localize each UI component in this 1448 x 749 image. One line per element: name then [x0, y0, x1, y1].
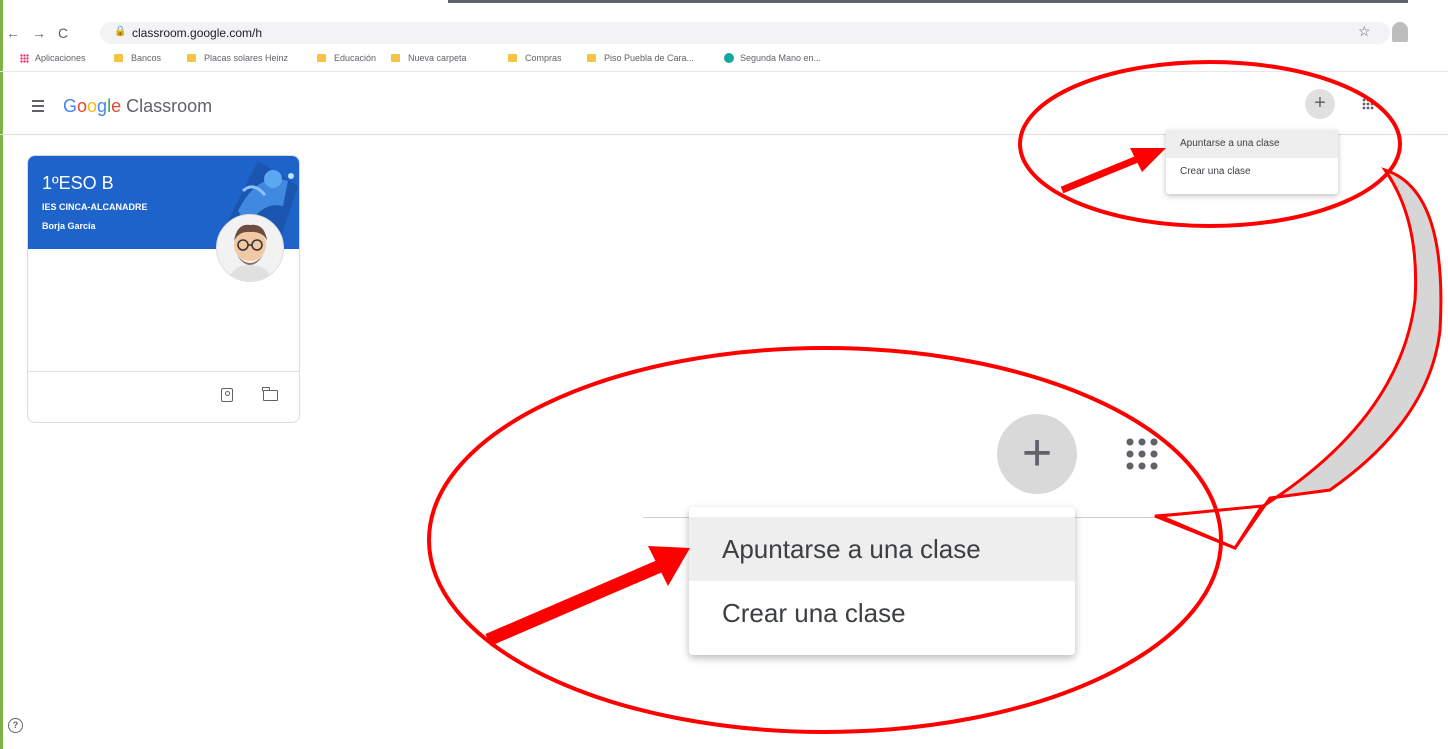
bookmark-segunda-mano[interactable]: Segunda Mano en... — [724, 53, 821, 63]
reload-icon[interactable]: C — [58, 26, 68, 40]
arrow-head-large — [648, 546, 690, 586]
url-field[interactable]: 🔒 classroom.google.com/h — [100, 22, 1390, 44]
google-apps-icon-zoomed[interactable] — [1124, 436, 1160, 472]
class-section: IES CINCA-ALCANADRE — [42, 202, 148, 212]
join-class-menu-item-zoomed[interactable]: Apuntarse a una clase — [689, 517, 1075, 581]
add-class-menu-zoomed: Apuntarse a una clase Crear una clase — [689, 507, 1075, 655]
globe-icon — [724, 53, 734, 63]
class-teacher: Borja García — [42, 221, 96, 231]
add-class-menu: Apuntarse a una clase Crear una clase — [1166, 130, 1338, 194]
bookmark-bancos[interactable]: Bancos — [114, 53, 161, 63]
bookmark-aplicaciones[interactable]: Aplicaciones — [20, 53, 86, 63]
classroom-wordmark: Classroom — [126, 96, 213, 116]
create-class-menu-item[interactable]: Crear una clase — [1166, 158, 1338, 186]
class-card-footer — [28, 371, 299, 422]
bookmark-educacion[interactable]: Educación — [317, 53, 376, 63]
bookmark-label: Placas solares Heinz — [204, 53, 289, 63]
bookmark-compras[interactable]: Compras — [508, 53, 562, 63]
callout-tail — [1154, 167, 1443, 550]
back-icon[interactable]: ← — [6, 26, 20, 40]
bookmark-star-icon[interactable]: ☆ — [1358, 23, 1371, 40]
join-class-menu-item[interactable]: Apuntarse a una clase — [1166, 130, 1338, 158]
forward-icon[interactable]: → — [32, 26, 46, 40]
apps-grid-icon — [20, 53, 29, 63]
bookmark-nueva-carpeta[interactable]: Nueva carpeta — [391, 53, 467, 63]
teacher-avatar — [216, 214, 284, 282]
bookmark-label: Bancos — [131, 53, 162, 63]
pointer-arrow-small — [1060, 154, 1142, 194]
browser-address-bar: ← → C 🔒 classroom.google.com/h ☆ — [0, 18, 1448, 48]
bookmark-piso[interactable]: Piso Puebla de Cara... — [587, 53, 694, 63]
folder-icon — [587, 54, 596, 62]
add-class-button[interactable]: + — [1305, 89, 1335, 119]
class-title[interactable]: 1ºESO B — [42, 173, 114, 194]
class-card-banner: 1ºESO B IES CINCA-ALCANADRE Borja García — [28, 156, 299, 282]
bookmark-label: Compras — [525, 53, 562, 63]
bookmarks-bar: Aplicaciones Bancos Placas solares Heinz… — [0, 49, 1448, 72]
bookmark-label: Educación — [334, 53, 377, 63]
folder-icon — [508, 54, 517, 62]
url-text: classroom.google.com/h — [132, 26, 263, 40]
classroom-app-bar: Google Classroom + — [0, 72, 1448, 135]
bookmark-label: Aplicaciones — [35, 53, 86, 63]
google-apps-icon[interactable] — [1362, 98, 1374, 110]
top-border — [448, 0, 1408, 3]
your-work-icon[interactable] — [221, 388, 233, 402]
bookmark-placas[interactable]: Placas solares Heinz — [187, 53, 288, 63]
hamburger-menu-icon[interactable] — [32, 100, 44, 115]
lock-icon: 🔒 — [114, 26, 127, 37]
pointer-arrow-large — [485, 560, 663, 646]
folder-icon — [114, 54, 123, 62]
help-icon[interactable]: ? — [8, 718, 23, 733]
folder-icon — [317, 54, 326, 62]
bookmark-label: Piso Puebla de Cara... — [604, 53, 695, 63]
drive-folder-icon[interactable] — [262, 387, 278, 401]
callout-pointer — [1159, 504, 1265, 550]
profile-avatar[interactable] — [1392, 22, 1408, 42]
add-class-button-zoomed[interactable]: + — [997, 414, 1077, 494]
folder-icon — [391, 54, 400, 62]
google-classroom-logo[interactable]: Google Classroom — [63, 96, 212, 117]
class-card[interactable]: 1ºESO B IES CINCA-ALCANADRE Borja García — [27, 155, 300, 423]
google-wordmark: Google — [63, 96, 122, 116]
create-class-menu-item-zoomed[interactable]: Crear una clase — [689, 581, 1075, 645]
bookmark-label: Segunda Mano en... — [740, 53, 822, 63]
bookmark-label: Nueva carpeta — [408, 53, 467, 63]
arrow-head-small — [1130, 148, 1166, 172]
folder-icon — [187, 54, 196, 62]
